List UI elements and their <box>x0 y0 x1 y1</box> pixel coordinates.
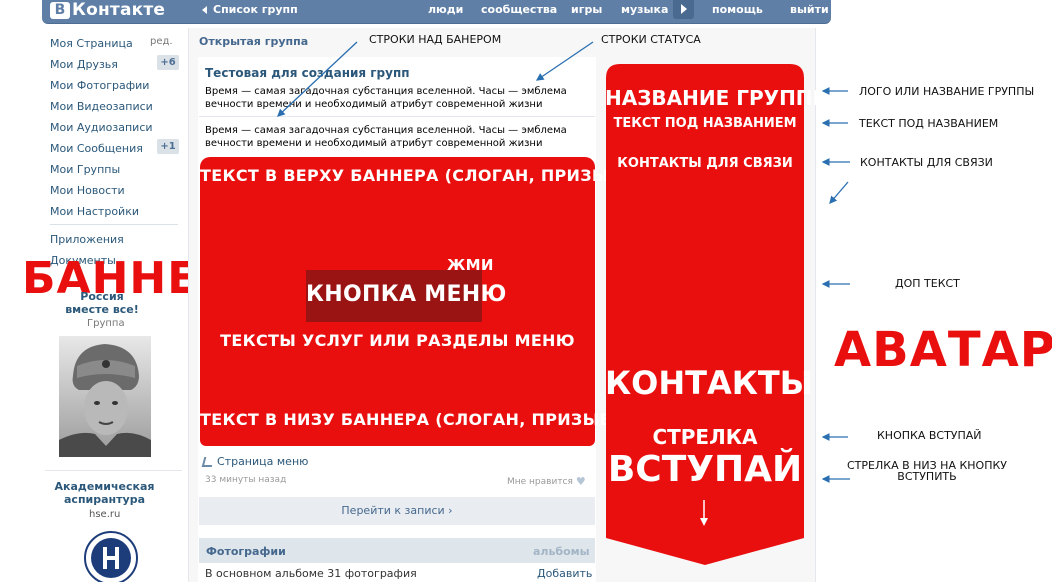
arrow-rows-above <box>277 41 358 117</box>
annotation-rows-above: СТРОКИ НАД БАНЕРОМ <box>369 33 502 46</box>
annotation-logo: ЛОГО ИЛИ НАЗВАНИЕ ГРУППЫ <box>859 85 1035 98</box>
annotation-arrow-down: СТРЕЛКА В НИЗ НА КНОПКУ ВСТУПИТЬ <box>847 460 1007 482</box>
annotation-join-button: КНОПКА ВСТУПАЙ <box>877 429 982 442</box>
arrow-status <box>535 41 594 81</box>
annotation-arrow-down-line2: ВСТУПИТЬ <box>897 470 957 483</box>
annotation-extra-text: ДОП ТЕКСТ <box>895 277 960 290</box>
annotation-status: СТРОКИ СТАТУСА <box>601 33 701 46</box>
annotation-contacts: КОНТАКТЫ ДЛЯ СВЯЗИ <box>860 156 993 169</box>
arrow-diagonal <box>829 181 849 204</box>
annotation-text-under: ТЕКСТ ПОД НАЗВАНИЕМ <box>859 117 999 130</box>
screenshot-root: В Контакте Список групп люди сообщества … <box>0 0 1052 582</box>
